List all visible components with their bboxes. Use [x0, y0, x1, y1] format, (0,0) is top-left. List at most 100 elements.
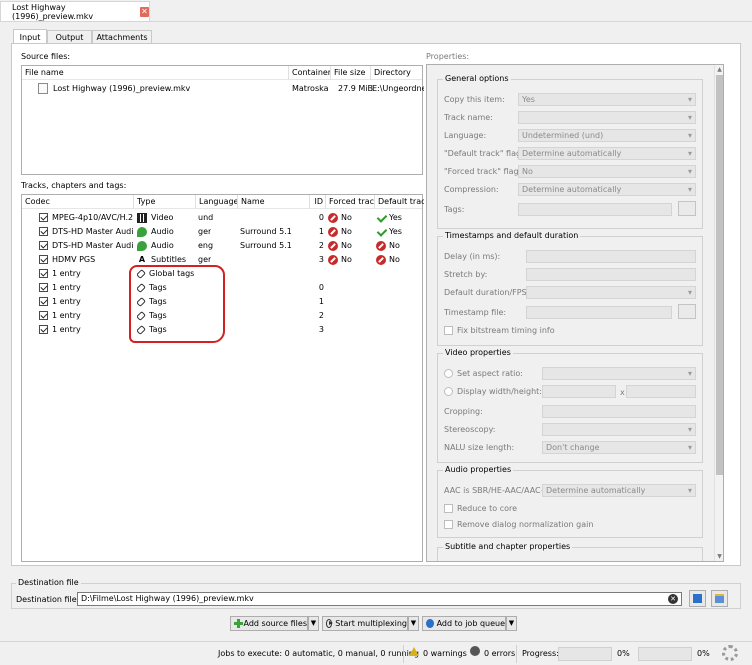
display-width-input[interactable] [542, 385, 616, 398]
folder-icon [715, 594, 724, 603]
aspect-ratio-label: Set aspect ratio: [457, 369, 523, 378]
file-tab[interactable]: Lost Highway (1996)_preview.mkv ✕ [0, 1, 150, 21]
stereoscopy-select[interactable] [542, 423, 696, 436]
track-codec: 1 entry [52, 311, 81, 320]
header-id[interactable]: ID [310, 195, 326, 209]
tab-attachments[interactable]: Attachments [92, 30, 152, 44]
start-multiplexing-dropdown[interactable]: ▼ [408, 616, 419, 631]
close-tab-icon[interactable]: ✕ [140, 6, 149, 17]
reduce-core-checkbox[interactable] [444, 504, 453, 513]
track-type: Video [137, 211, 199, 225]
add-source-files-dropdown[interactable]: ▼ [308, 616, 319, 631]
clear-icon[interactable]: ✕ [668, 594, 678, 604]
destination-input[interactable]: D:\Filme\Lost Highway (1996)_preview.mkv… [77, 592, 682, 606]
play-icon [326, 619, 333, 628]
properties-pane[interactable]: ▲ ▼ General options Copy this item: Yes … [426, 64, 724, 562]
subtitle-properties-title: Subtitle and chapter properties [443, 542, 573, 551]
source-file-row[interactable]: Lost Highway (1996)_preview.mkv Matroska… [22, 82, 424, 96]
source-file-directory: E:\Ungeordne [372, 84, 424, 93]
track-checkbox[interactable] [39, 255, 48, 264]
add-to-job-queue-dropdown[interactable]: ▼ [506, 616, 517, 631]
errors-count[interactable]: 0 errors [484, 649, 515, 658]
fix-bitstream-checkbox[interactable] [444, 326, 453, 335]
track-checkbox[interactable] [39, 241, 48, 250]
timestamp-file-browse-button[interactable] [678, 304, 696, 319]
track-id: 1 [318, 297, 324, 306]
track-name: Surround 5.1 [240, 241, 292, 250]
forced-flag-select[interactable]: No [518, 165, 696, 178]
header-file-size[interactable]: File size [331, 66, 371, 80]
source-file-name: Lost Highway (1996)_preview.mkv [53, 84, 191, 93]
cropping-input[interactable] [542, 405, 696, 418]
browse-destination-button[interactable] [711, 590, 728, 607]
delay-input[interactable] [526, 250, 696, 263]
tags-input[interactable] [518, 203, 672, 216]
compression-label: Compression: [444, 185, 499, 194]
remove-gain-checkbox[interactable] [444, 520, 453, 529]
aspect-ratio-radio[interactable] [444, 369, 453, 378]
track-forced-label: No [341, 227, 352, 236]
tab-output[interactable]: Output [47, 30, 92, 44]
properties-scrollbar[interactable]: ▲ ▼ [714, 65, 723, 561]
tracks-list[interactable]: Codec Type Language Name ID Forced track… [21, 194, 424, 562]
compression-select[interactable]: Determine automatically [518, 183, 696, 196]
track-checkbox[interactable] [39, 297, 48, 306]
no-icon [328, 226, 338, 237]
copy-item-select[interactable]: Yes [518, 93, 696, 106]
track-checkbox[interactable] [39, 311, 48, 320]
stretch-input[interactable] [526, 268, 696, 281]
copy-item-label: Copy this item: [444, 95, 505, 104]
scroll-up-icon[interactable]: ▲ [715, 65, 723, 74]
header-forced-track[interactable]: Forced track [326, 195, 375, 209]
nalu-select[interactable]: Don't change [542, 441, 696, 454]
aspect-ratio-select[interactable] [542, 367, 696, 380]
track-id: 0 [318, 283, 324, 292]
warnings-count[interactable]: 0 warnings [423, 649, 467, 658]
source-file-size: 27.9 MiB [338, 84, 373, 93]
track-row[interactable]: DTS-HD Master Audio Audio ger Surround 5.1 1… [22, 225, 422, 239]
header-type[interactable]: Type [134, 195, 196, 209]
properties-scroll-thumb[interactable] [716, 75, 723, 475]
header-container[interactable]: Container [289, 66, 331, 80]
warning-icon [409, 647, 419, 656]
progress-current-value: 0% [617, 649, 630, 658]
tab-input[interactable]: Input [13, 29, 47, 44]
add-source-files-button[interactable]: Add source files [230, 616, 308, 631]
header-default-track[interactable]: Default track [375, 195, 424, 209]
tags-browse-button[interactable] [678, 201, 696, 216]
header-directory[interactable]: Directory [371, 66, 424, 80]
track-forced: No [328, 253, 352, 267]
track-name-input[interactable] [518, 111, 696, 124]
language-select[interactable]: Undetermined (und) [518, 129, 696, 142]
track-checkbox[interactable] [39, 283, 48, 292]
source-files-list[interactable]: File name Container File size Directory … [21, 65, 424, 175]
add-to-job-queue-button[interactable]: Add to job queue [422, 616, 506, 631]
track-type-label: Subtitles [151, 255, 187, 264]
start-multiplexing-label: Start multiplexing [335, 619, 407, 628]
aac-select[interactable]: Determine automatically [542, 484, 696, 497]
start-multiplexing-button[interactable]: Start multiplexing [322, 616, 408, 631]
red-annotation-circle [129, 265, 225, 343]
track-checkbox[interactable] [39, 227, 48, 236]
track-checkbox[interactable] [39, 269, 48, 278]
header-file-name[interactable]: File name [22, 66, 289, 80]
track-forced: No [328, 239, 352, 253]
header-name[interactable]: Name [238, 195, 310, 209]
track-row[interactable]: HDMV PGS A Subtitles ger 3 No No [22, 253, 422, 267]
track-checkbox[interactable] [39, 213, 48, 222]
scroll-down-icon[interactable]: ▼ [715, 552, 723, 561]
track-row[interactable]: DTS-HD Master Audio Audio eng Surround 5.1 2… [22, 239, 422, 253]
default-flag-select[interactable]: Determine automatically [518, 147, 696, 160]
track-forced-label: No [341, 241, 352, 250]
timestamp-file-input[interactable] [526, 306, 672, 319]
track-row[interactable]: MPEG-4p10/AVC/H.2... Video und 0 No Yes [22, 211, 422, 225]
display-size-radio[interactable] [444, 387, 453, 396]
track-checkbox[interactable] [39, 325, 48, 334]
progress-total-value: 0% [697, 649, 710, 658]
default-duration-select[interactable] [526, 286, 696, 299]
header-language[interactable]: Language [196, 195, 238, 209]
progress-bar-total [638, 647, 692, 661]
save-destination-button[interactable] [689, 590, 706, 607]
display-height-input[interactable] [626, 385, 696, 398]
header-codec[interactable]: Codec [22, 195, 134, 209]
